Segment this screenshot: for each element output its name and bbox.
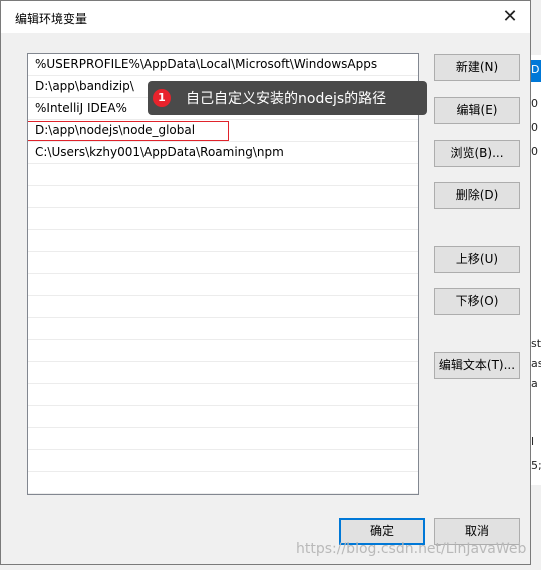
edit-text-button[interactable]: 编辑文本(T)...: [434, 352, 520, 379]
list-item[interactable]: %USERPROFILE%\AppData\Local\Microsoft\Wi…: [28, 54, 418, 76]
bg-fragment: st: [531, 337, 541, 350]
list-item-empty[interactable]: [28, 318, 418, 340]
bg-fragment: a: [531, 377, 538, 390]
list-item-empty[interactable]: [28, 186, 418, 208]
browse-button[interactable]: 浏览(B)...: [434, 140, 520, 167]
list-item-empty[interactable]: [28, 274, 418, 296]
bg-fragment: 0: [531, 145, 538, 158]
list-item-empty[interactable]: [28, 494, 418, 495]
annotation-badge: 1: [153, 89, 171, 107]
list-item-empty[interactable]: [28, 406, 418, 428]
edit-button[interactable]: 编辑(E): [434, 97, 520, 124]
close-icon[interactable]: ✕: [498, 5, 522, 29]
annotation-callout: 1 自己自定义安装的nodejs的路径: [148, 81, 427, 115]
list-item-empty[interactable]: [28, 362, 418, 384]
list-item-empty[interactable]: [28, 450, 418, 472]
list-item-empty[interactable]: [28, 340, 418, 362]
bg-fragment: 5;: [531, 459, 541, 472]
move-down-button[interactable]: 下移(O): [434, 288, 520, 315]
bg-fragment: 0: [531, 97, 538, 110]
list-item-empty[interactable]: [28, 428, 418, 450]
move-up-button[interactable]: 上移(U): [434, 246, 520, 273]
bg-fragment: 0: [531, 121, 538, 134]
delete-button[interactable]: 删除(D): [434, 182, 520, 209]
dialog-title: 编辑环境变量: [15, 12, 88, 26]
list-item-empty[interactable]: [28, 164, 418, 186]
list-item-empty[interactable]: [28, 208, 418, 230]
path-list[interactable]: %USERPROFILE%\AppData\Local\Microsoft\Wi…: [27, 53, 419, 495]
new-button[interactable]: 新建(N): [434, 54, 520, 81]
title-bar[interactable]: 编辑环境变量 ✕: [1, 1, 530, 33]
list-item-empty[interactable]: [28, 384, 418, 406]
bg-fragment: D: [531, 63, 540, 76]
bg-fragment: as: [531, 357, 541, 370]
annotation-text: 自己自定义安装的nodejs的路径: [186, 91, 387, 107]
list-item-empty[interactable]: [28, 252, 418, 274]
list-item-empty[interactable]: [28, 230, 418, 252]
bg-fragment: l: [531, 435, 535, 448]
list-item[interactable]: C:\Users\kzhy001\AppData\Roaming\npm: [28, 142, 418, 164]
list-item-highlighted[interactable]: D:\app\nodejs\node_global: [28, 120, 418, 142]
watermark: https://blog.csdn.net/LinJavaWeb: [296, 541, 527, 557]
list-item-empty[interactable]: [28, 296, 418, 318]
list-item-empty[interactable]: [28, 472, 418, 494]
